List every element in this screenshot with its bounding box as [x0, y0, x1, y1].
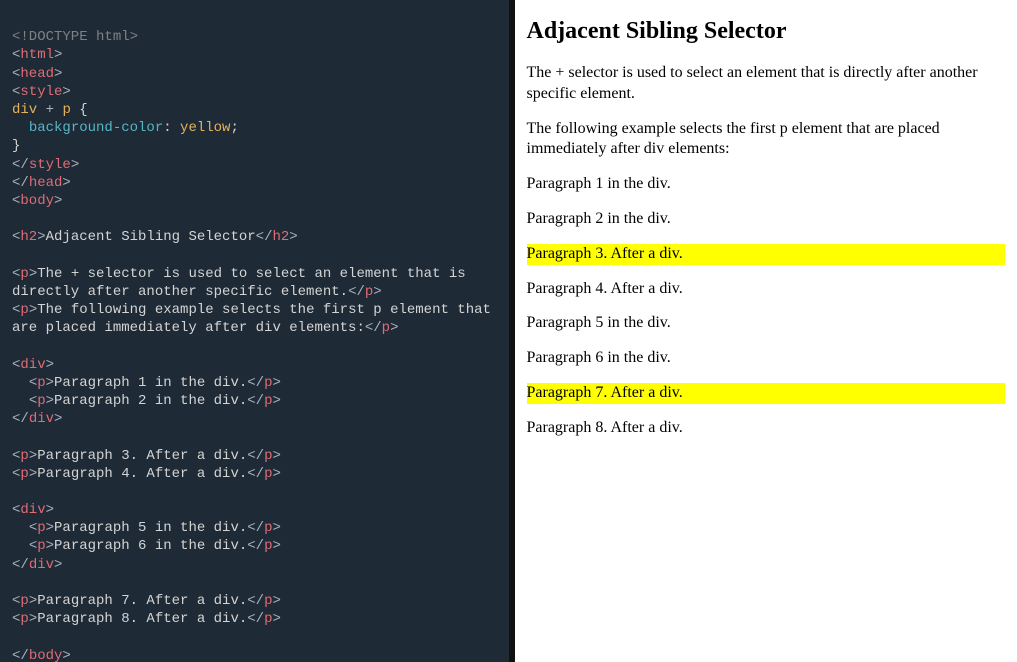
code-p1: The + selector is used to select an elem… — [12, 266, 474, 300]
preview-para-2: Paragraph 2 in the div. — [527, 209, 1006, 230]
preview-para-1: Paragraph 1 in the div. — [527, 174, 1006, 195]
preview-para-7: Paragraph 7. After a div. — [527, 383, 1006, 404]
preview-para-8: Paragraph 8. After a div. — [527, 418, 1006, 439]
preview-pane: Adjacent Sibling Selector The + selector… — [509, 0, 1017, 662]
preview-para-4: Paragraph 4. After a div. — [527, 279, 1006, 300]
code-editor[interactable]: <!DOCTYPE html> <html> <head> <style> di… — [0, 0, 509, 662]
preview-para-5: Paragraph 5 in the div. — [527, 313, 1006, 334]
code-doctype: <!DOCTYPE html> — [12, 29, 138, 45]
preview-para-3: Paragraph 3. After a div. — [527, 244, 1006, 265]
preview-intro-1: The + selector is used to select an elem… — [527, 63, 1006, 105]
code-p2: The following example selects the first … — [12, 302, 499, 336]
preview-para-6: Paragraph 6 in the div. — [527, 348, 1006, 369]
preview-heading: Adjacent Sibling Selector — [527, 18, 1006, 45]
preview-intro-2: The following example selects the first … — [527, 119, 1006, 161]
